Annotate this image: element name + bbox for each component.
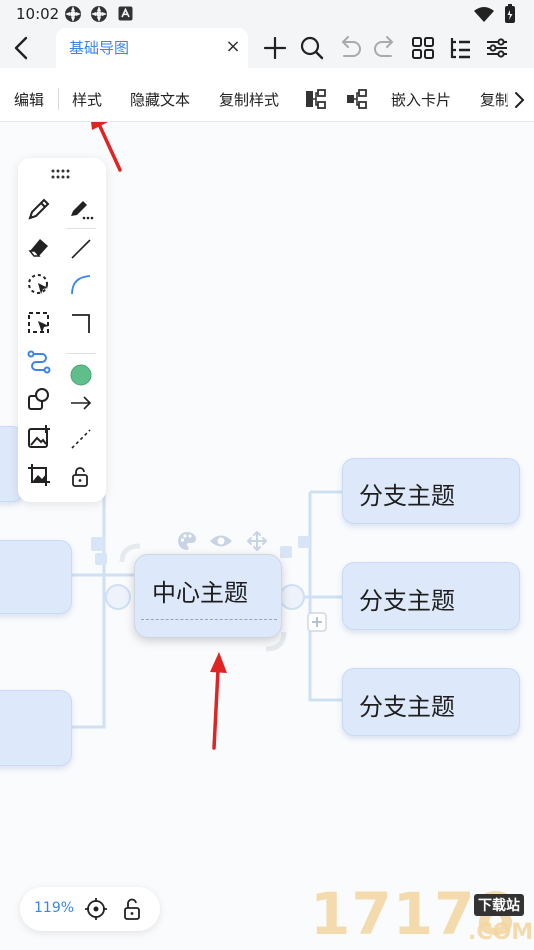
toolbar-edit[interactable]: 编辑 xyxy=(14,89,44,110)
chevron-right-icon[interactable] xyxy=(510,90,528,110)
app-a-icon xyxy=(118,6,133,21)
branch-topic-label: 分支主题 xyxy=(359,482,455,510)
drawing-tools-panel xyxy=(18,158,106,502)
zoom-level[interactable]: 119% xyxy=(34,900,74,916)
watermark-domain: .COM xyxy=(468,920,534,945)
dashed-line-icon[interactable] xyxy=(68,426,94,452)
document-tab[interactable]: 基础导图 × xyxy=(56,28,248,68)
branch-topic-label: 分支主题 xyxy=(359,693,455,721)
curve-tool-icon[interactable] xyxy=(68,272,94,298)
grid-icon[interactable] xyxy=(408,32,438,64)
panel-divider xyxy=(66,228,96,229)
palette-icon[interactable] xyxy=(176,530,198,552)
watermark-sub: 下载站 xyxy=(474,894,524,916)
branch-topic-node[interactable]: 分支主题 xyxy=(342,458,520,524)
layout-right-icon[interactable] xyxy=(344,86,370,112)
branch-topic-node[interactable]: 分支主题 xyxy=(342,562,520,630)
sliders-icon[interactable] xyxy=(482,32,512,64)
connector-icon[interactable] xyxy=(26,348,52,374)
toolbar-copy[interactable]: 复制 xyxy=(480,89,508,110)
box-select-icon[interactable] xyxy=(26,310,52,336)
search-icon[interactable] xyxy=(297,32,327,64)
app-notification-icon xyxy=(91,6,107,22)
locate-center-icon[interactable] xyxy=(84,897,108,921)
toolbar-style[interactable]: 样式 xyxy=(72,89,102,110)
undo-icon[interactable] xyxy=(334,32,364,64)
elbow-line-icon[interactable] xyxy=(68,310,94,336)
document-tab-title: 基础导图 xyxy=(69,39,130,57)
toolbar-embed-card[interactable]: 嵌入卡片 xyxy=(391,89,451,110)
insert-image-icon[interactable] xyxy=(26,424,52,450)
tab-bar: 基础导图 × xyxy=(0,28,534,68)
move-icon[interactable] xyxy=(246,530,268,552)
status-time: 10:02 xyxy=(16,5,60,23)
plus-icon[interactable] xyxy=(260,32,290,64)
lock-icon[interactable] xyxy=(68,464,94,490)
annotation-arrow-up xyxy=(210,652,227,750)
branch-topic-node[interactable]: 分支主题 xyxy=(342,668,520,736)
style-toolbar: 编辑 样式 隐藏文本 复制样式 嵌入卡片 复制 xyxy=(0,76,534,122)
status-bar: 10:02 xyxy=(0,0,534,28)
toolbar-hide-text[interactable]: 隐藏文本 xyxy=(130,89,190,110)
zoom-control: 119% xyxy=(20,887,160,931)
eye-icon[interactable] xyxy=(209,532,233,550)
branch-node-left[interactable] xyxy=(0,690,72,766)
shapes-icon[interactable] xyxy=(26,386,52,412)
panel-divider xyxy=(66,353,96,354)
color-swatch-icon[interactable] xyxy=(68,362,94,388)
tab-close-button[interactable]: × xyxy=(222,36,244,58)
eraser-icon[interactable] xyxy=(26,234,52,260)
outline-icon[interactable] xyxy=(445,32,475,64)
branch-topic-label: 分支主题 xyxy=(359,587,455,615)
toolbar-copy-style[interactable]: 复制样式 xyxy=(219,89,279,110)
image-frame-icon[interactable] xyxy=(26,462,52,488)
unlock-icon[interactable] xyxy=(120,897,144,921)
app-notification-icon xyxy=(65,6,81,22)
wifi-battery-icon xyxy=(474,4,515,23)
center-topic-node[interactable]: 中心主题 xyxy=(134,554,282,638)
redo-icon[interactable] xyxy=(371,32,401,64)
center-topic-placeholder-line xyxy=(141,619,277,620)
branch-node-left[interactable] xyxy=(0,540,72,614)
lasso-select-icon[interactable] xyxy=(26,272,52,298)
layout-left-icon[interactable] xyxy=(303,86,329,112)
pen-icon[interactable] xyxy=(26,196,52,222)
arrow-end-icon[interactable] xyxy=(68,390,94,416)
line-tool-icon[interactable] xyxy=(68,236,94,262)
center-topic-label: 中心主题 xyxy=(152,579,248,607)
watermark-logo: 17178 下载站 .COM xyxy=(308,878,534,950)
toolbar-divider xyxy=(58,88,59,110)
add-child-icon[interactable] xyxy=(307,612,327,632)
pen-style-icon[interactable] xyxy=(68,196,94,222)
drag-handle-icon[interactable] xyxy=(50,168,72,180)
back-button[interactable] xyxy=(8,32,36,64)
